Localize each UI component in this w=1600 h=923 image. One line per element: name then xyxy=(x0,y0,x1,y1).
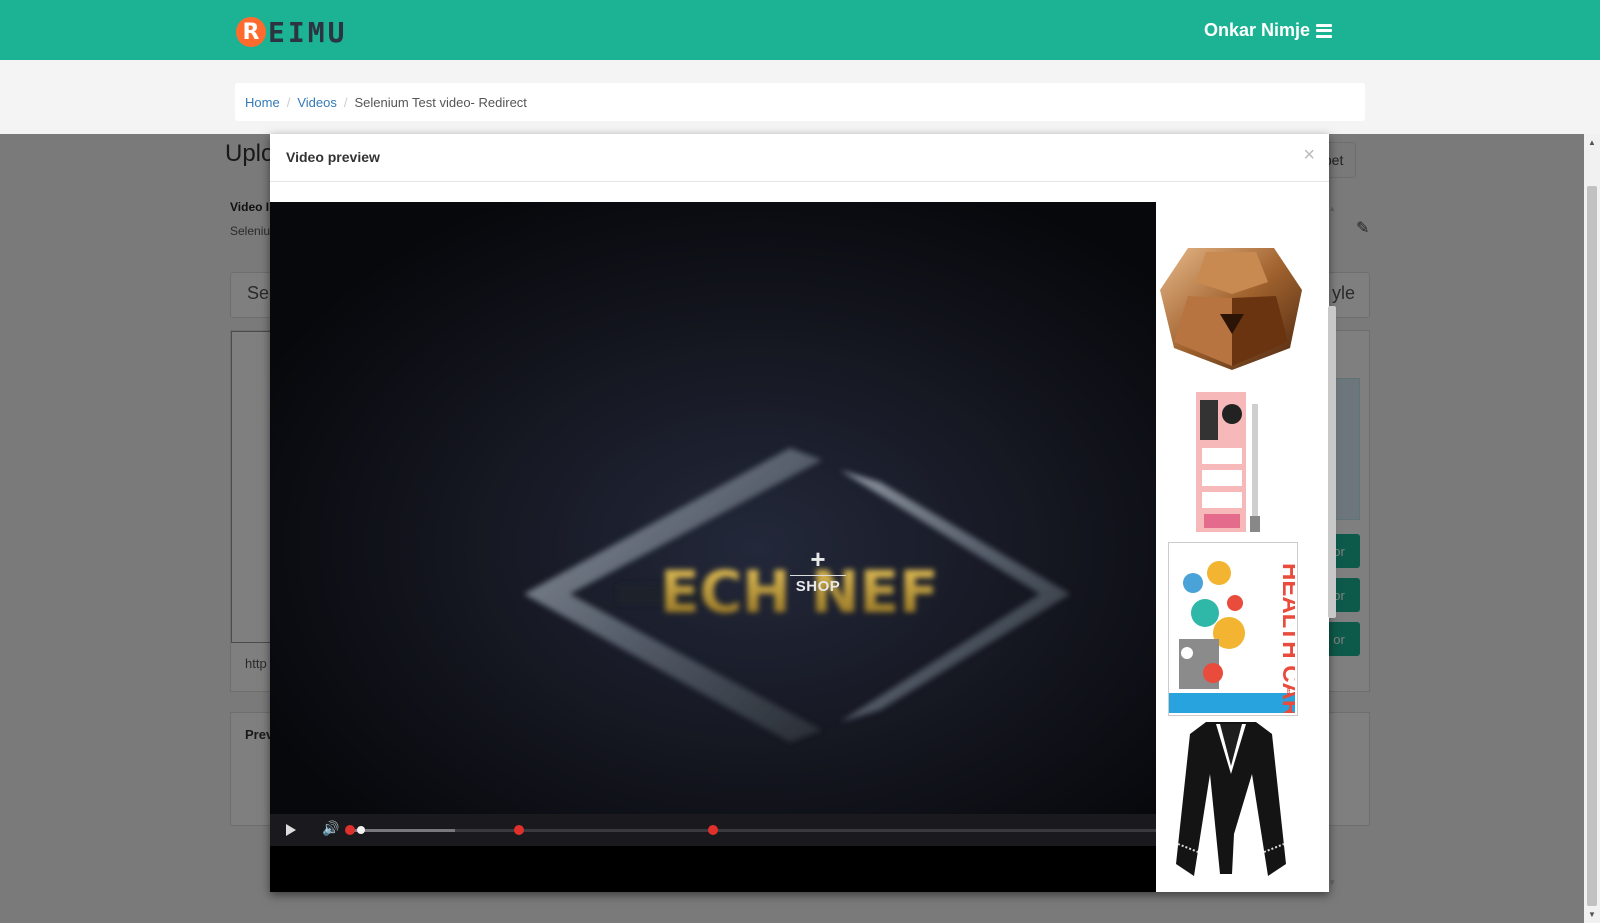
plus-icon: + xyxy=(810,544,826,574)
breadcrumb: Home / Videos / Selenium Test video- Red… xyxy=(235,83,1365,121)
video-preview-modal: Video preview × ECH NEF + SHOP 🔊 HEALTH … xyxy=(270,134,1336,892)
scroll-up-arrow-icon[interactable]: ▲ xyxy=(1588,138,1596,147)
progress-track[interactable] xyxy=(345,825,1156,835)
product-list-scrollbar[interactable]: ▲ ▼ xyxy=(1325,202,1339,892)
product-brow-pencil[interactable] xyxy=(1156,388,1306,538)
breadcrumb-home[interactable]: Home xyxy=(245,95,280,110)
volume-icon[interactable]: 🔊 xyxy=(322,820,339,837)
modal-body: ECH NEF + SHOP 🔊 HEALTH CA INDUSTRY CONF… xyxy=(270,202,1336,892)
logo-text: EIMU xyxy=(268,15,348,49)
modal-title: Video preview xyxy=(286,149,380,165)
black-blazer-icon xyxy=(1176,722,1286,876)
breadcrumb-videos[interactable]: Videos xyxy=(297,95,337,110)
page-scroll-thumb[interactable] xyxy=(1587,186,1597,906)
playhead[interactable] xyxy=(357,826,365,834)
video-letterbox xyxy=(270,846,1156,892)
product-blazer[interactable] xyxy=(1156,714,1306,884)
shop-divider xyxy=(790,575,846,576)
progress-marker[interactable] xyxy=(708,825,718,835)
progress-marker[interactable] xyxy=(345,825,355,835)
product-perfume[interactable] xyxy=(1156,238,1306,372)
hamburger-icon[interactable] xyxy=(1316,23,1332,38)
health-care-subtext: INDUSTRY CONFERENCE xyxy=(1229,689,1291,695)
brow-pencil-pack-icon xyxy=(1196,392,1260,532)
product-scroll-thumb[interactable] xyxy=(1328,306,1336,618)
progress-marker[interactable] xyxy=(514,825,524,835)
user-name: Onkar Nimje xyxy=(1203,20,1310,40)
video-player[interactable]: ECH NEF + SHOP 🔊 xyxy=(270,202,1156,892)
close-icon[interactable]: × xyxy=(1303,144,1315,167)
product-health-care[interactable]: HEALTH CARE INDUSTRY CONFERENCE xyxy=(1168,542,1304,733)
modal-header: Video preview × xyxy=(270,134,1329,182)
breadcrumb-current: Selenium Test video- Redirect xyxy=(354,94,527,110)
top-navbar: R EIMU Onkar Nimje xyxy=(0,0,1600,60)
perfume-bottle-icon xyxy=(1160,248,1302,370)
page-scrollbar[interactable]: ▲ ▼ xyxy=(1584,134,1600,923)
user-menu[interactable]: Onkar Nimje xyxy=(1204,20,1332,41)
shop-hotspot[interactable]: + SHOP xyxy=(790,544,846,595)
product-list: HEALTH CARE INDUSTRY CONFERENCE xyxy=(1156,202,1329,892)
logo-badge-icon: R xyxy=(236,17,266,47)
scroll-down-arrow-icon[interactable]: ▼ xyxy=(1588,910,1596,919)
video-frame-logo: ECH NEF xyxy=(524,448,1070,742)
buffer-bar xyxy=(350,829,455,832)
scroll-down-arrow-icon[interactable]: ▼ xyxy=(1328,878,1336,887)
video-controls: 🔊 xyxy=(270,814,1156,846)
health-care-poster-icon: HEALTH CARE INDUSTRY CONFERENCE xyxy=(1169,543,1304,733)
reimu-logo[interactable]: R EIMU xyxy=(236,15,348,49)
scroll-up-arrow-icon[interactable]: ▲ xyxy=(1328,204,1336,213)
play-icon[interactable] xyxy=(286,824,296,836)
breadcrumb-separator: / xyxy=(343,94,348,110)
shop-label: SHOP xyxy=(795,578,841,595)
breadcrumb-separator: / xyxy=(286,94,291,110)
